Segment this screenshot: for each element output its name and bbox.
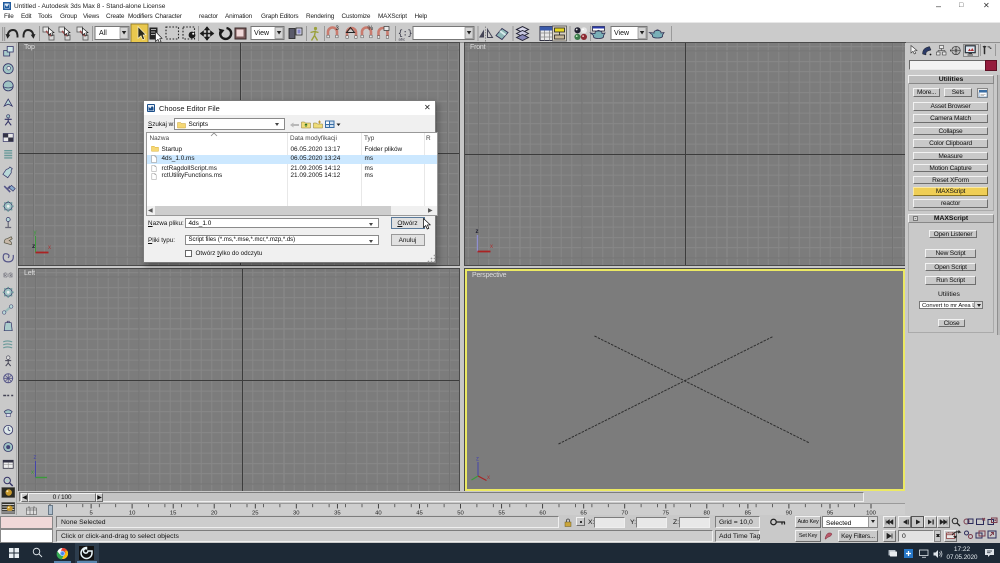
svg-text:View: View bbox=[254, 30, 270, 37]
svg-text:All: All bbox=[99, 30, 107, 37]
svg-text:x: x bbox=[48, 245, 51, 251]
svg-text:3: 3 bbox=[336, 26, 340, 32]
svg-text:%: % bbox=[368, 25, 374, 32]
svg-text:x: x bbox=[31, 470, 34, 476]
svg-text:z: z bbox=[476, 457, 479, 463]
svg-text:z: z bbox=[34, 455, 37, 461]
svg-text:View: View bbox=[614, 30, 630, 37]
svg-text:x: x bbox=[487, 475, 490, 481]
svg-text:z: z bbox=[476, 229, 479, 235]
svg-text:y: y bbox=[34, 230, 37, 236]
svg-text:abc: abc bbox=[399, 37, 405, 42]
svg-text:®®: ®® bbox=[3, 272, 14, 280]
svg-text:x: x bbox=[490, 244, 493, 250]
